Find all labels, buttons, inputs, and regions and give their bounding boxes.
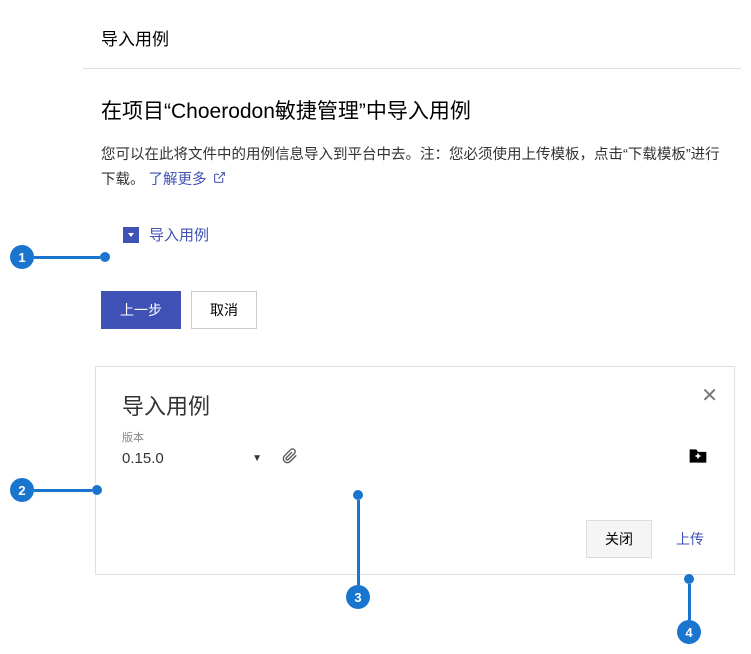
previous-button[interactable]: 上一步: [101, 291, 181, 329]
annotation-2: 2: [10, 478, 102, 502]
connector-dot: [100, 252, 110, 262]
badge-4: 4: [677, 620, 701, 644]
learn-more-label: 了解更多: [149, 172, 207, 188]
panel-body: 在项目“Choerodon敏捷管理”中导入用例 您可以在此将文件中的用例信息导入…: [83, 69, 741, 202]
import-panel: 导入用例 在项目“Choerodon敏捷管理”中导入用例 您可以在此将文件中的用…: [82, 0, 742, 350]
modal-footer: 关闭 上传: [122, 520, 708, 558]
annotation-4: 4: [677, 574, 701, 644]
section-heading: 在项目“Choerodon敏捷管理”中导入用例: [101, 95, 723, 125]
modal-title: 导入用例: [122, 389, 708, 421]
panel-footer: 上一步 取消: [83, 255, 741, 349]
badge-2: 2: [10, 478, 34, 502]
folder-add-icon[interactable]: [688, 447, 708, 470]
connector-line: [34, 489, 92, 492]
panel-header: 导入用例: [83, 1, 741, 69]
download-icon: [123, 227, 139, 243]
attachment-icon[interactable]: [282, 448, 298, 469]
modal-close-button[interactable]: 关闭: [586, 520, 652, 558]
annotation-1: 1: [10, 245, 110, 269]
annotation-3: 3: [346, 490, 370, 609]
version-value: 0.15.0: [122, 450, 164, 467]
cancel-button[interactable]: 取消: [191, 291, 257, 329]
caret-down-icon: ▼: [252, 453, 262, 464]
version-select[interactable]: 0.15.0 ▼: [122, 450, 262, 467]
connector-dot: [684, 574, 694, 584]
learn-more-link[interactable]: 了解更多: [149, 172, 226, 188]
version-label: 版本: [122, 429, 708, 445]
import-modal: ✕ 导入用例 版本 0.15.0 ▼ 关闭 上传: [95, 366, 735, 575]
connector-line: [688, 584, 691, 620]
import-action-row: 导入用例: [83, 202, 741, 255]
external-link-icon: [213, 168, 226, 193]
badge-1: 1: [10, 245, 34, 269]
connector-line: [34, 256, 100, 259]
import-cases-link[interactable]: 导入用例: [149, 224, 209, 245]
version-row: 0.15.0 ▼: [122, 447, 708, 470]
connector-dot: [92, 485, 102, 495]
close-icon[interactable]: ✕: [701, 383, 718, 408]
description-text: 您可以在此将文件中的用例信息导入到平台中去。注：您必须使用上传模板，点击“下载模…: [101, 143, 723, 192]
upload-button[interactable]: 上传: [672, 521, 708, 557]
connector-dot: [353, 490, 363, 500]
connector-line: [357, 500, 360, 585]
badge-3: 3: [346, 585, 370, 609]
